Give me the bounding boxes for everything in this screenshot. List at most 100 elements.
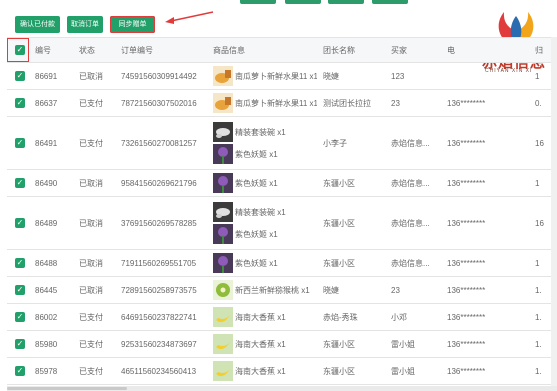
row-select-cell[interactable]: ✓ <box>7 89 29 117</box>
product-name: 精装套装碗 x1 <box>235 207 286 217</box>
row-checkbox[interactable]: ✓ <box>15 71 25 81</box>
cell-status: 已支付 <box>73 116 115 170</box>
table-row[interactable]: ✓ 85978 已支付 46511560234560413 海南大香蕉 x1 东… <box>7 357 557 385</box>
col-header-status: 状态 <box>73 37 115 63</box>
table-row[interactable]: ✓ 86691 已取消 74591560309914492 南瓜萝卜新鲜水果11… <box>7 62 557 90</box>
cell-status: 已支付 <box>73 330 115 358</box>
row-checkbox[interactable]: ✓ <box>15 339 25 349</box>
table-header: ✓ 编号 状态 订单编号 商品信息 团长名称 买家 电 归 <box>7 37 557 63</box>
cell-order-no: 72891560258973575 <box>115 276 207 304</box>
row-checkbox[interactable]: ✓ <box>15 178 25 188</box>
cell-product: 新西兰新鲜猕猴桃 x1 <box>207 276 317 304</box>
row-checkbox[interactable]: ✓ <box>15 218 25 228</box>
cell-id: 86002 <box>29 303 73 331</box>
confirm-paid-button[interactable]: 确认已付款 <box>15 16 60 33</box>
cell-order-no: 78721560307502016 <box>115 89 207 117</box>
product-item: 紫色妖姬 x1 <box>213 172 317 194</box>
row-checkbox[interactable]: ✓ <box>15 312 25 322</box>
row-select-cell[interactable]: ✓ <box>7 196 29 250</box>
row-select-cell[interactable]: ✓ <box>7 116 29 170</box>
cell-id: 86637 <box>29 89 73 117</box>
cell-leader: 东疆小区 <box>317 196 385 250</box>
cell-status: 已支付 <box>73 89 115 117</box>
cell-product: 紫色妖姬 x1 <box>207 249 317 277</box>
row-checkbox[interactable]: ✓ <box>15 258 25 268</box>
cell-order-no: 95841560269621796 <box>115 169 207 197</box>
cell-id: 86489 <box>29 196 73 250</box>
table-row[interactable]: ✓ 86445 已取消 72891560258973575 新西兰新鲜猕猴桃 x… <box>7 276 557 304</box>
row-select-cell[interactable]: ✓ <box>7 330 29 358</box>
col-header-leader: 团长名称 <box>317 37 385 63</box>
col-header-id: 编号 <box>29 37 73 63</box>
row-select-cell[interactable]: ✓ <box>7 249 29 277</box>
row-checkbox[interactable]: ✓ <box>15 366 25 376</box>
orders-table: ✓ 编号 状态 订单编号 商品信息 团长名称 买家 电 归 ✓ 86691 已取… <box>7 37 557 385</box>
vertical-scrollbar[interactable] <box>551 37 557 391</box>
cell-phone: 136******** <box>441 169 529 197</box>
cell-product: 海南大香蕉 x1 <box>207 357 317 385</box>
row-select-cell[interactable]: ✓ <box>7 169 29 197</box>
product-item: 精装套装碗 x1 <box>213 121 317 143</box>
product-name: 紫色妖姬 x1 <box>235 178 278 188</box>
table-row[interactable]: ✓ 86637 已支付 78721560307502016 南瓜萝卜新鲜水果11… <box>7 89 557 117</box>
cell-product: 南瓜萝卜新鲜水果11 x1 <box>207 62 317 90</box>
table-row[interactable]: ✓ 86491 已支付 73261560270081257 精装套装碗 x1 紫… <box>7 116 557 170</box>
cell-buyer: 赤焰信息... <box>385 249 441 277</box>
product-item: 紫色妖姬 x1 <box>213 252 317 274</box>
row-checkbox[interactable]: ✓ <box>15 285 25 295</box>
product-name: 紫色妖姬 x1 <box>235 229 278 239</box>
product-name: 海南大香蕉 x1 <box>235 366 286 376</box>
row-checkbox[interactable]: ✓ <box>15 98 25 108</box>
top-tab-stub[interactable] <box>328 0 364 4</box>
cancel-order-button[interactable]: 取消订单 <box>67 16 103 33</box>
cell-buyer: 赤焰信息... <box>385 116 441 170</box>
product-name: 南瓜萝卜新鲜水果11 x1 <box>235 98 317 108</box>
top-tab-stub[interactable] <box>285 0 321 4</box>
table-row[interactable]: ✓ 86488 已取消 71911560269551705 紫色妖姬 x1 东疆… <box>7 249 557 277</box>
cell-phone: 136******** <box>441 357 529 385</box>
product-name: 紫色妖姬 x1 <box>235 149 278 159</box>
row-select-cell[interactable]: ✓ <box>7 276 29 304</box>
table-row[interactable]: ✓ 85980 已支付 92531560234873697 海南大香蕉 x1 东… <box>7 330 557 358</box>
cell-status: 已取消 <box>73 169 115 197</box>
product-item: 南瓜萝卜新鲜水果11 x1 <box>213 65 317 87</box>
table-row[interactable]: ✓ 86002 已支付 64691560237822741 海南大香蕉 x1 赤… <box>7 303 557 331</box>
cell-order-no: 37691560269578285 <box>115 196 207 250</box>
row-checkbox[interactable]: ✓ <box>15 138 25 148</box>
cell-buyer: 雷小姐 <box>385 357 441 385</box>
table-row[interactable]: ✓ 86490 已取消 95841560269621796 紫色妖姬 x1 东疆… <box>7 169 557 197</box>
cell-order-no: 71911560269551705 <box>115 249 207 277</box>
row-select-cell[interactable]: ✓ <box>7 303 29 331</box>
select-all-checkbox[interactable]: ✓ <box>15 45 25 55</box>
col-header-order-no: 订单编号 <box>115 37 207 63</box>
cell-product: 海南大香蕉 x1 <box>207 303 317 331</box>
product-item: 紫色妖姬 x1 <box>213 223 317 245</box>
sync-order-button[interactable]: 同步赠单 <box>110 16 155 33</box>
scrollbar-thumb[interactable] <box>7 387 127 390</box>
table-row[interactable]: ✓ 86489 已取消 37691560269578285 精装套装碗 x1 紫… <box>7 196 557 250</box>
cell-leader: 晓婕 <box>317 276 385 304</box>
cell-leader: 测试团长拉拉 <box>317 89 385 117</box>
cell-product: 精装套装碗 x1 紫色妖姬 x1 <box>207 116 317 170</box>
select-all-cell[interactable]: ✓ <box>7 37 29 63</box>
product-name: 海南大香蕉 x1 <box>235 312 286 322</box>
cell-product: 海南大香蕉 x1 <box>207 330 317 358</box>
product-item: 海南大香蕉 x1 <box>213 333 317 355</box>
cell-status: 已支付 <box>73 303 115 331</box>
product-name: 精装套装碗 x1 <box>235 127 286 137</box>
cell-phone: 136******** <box>441 249 529 277</box>
cell-id: 85978 <box>29 357 73 385</box>
product-name: 紫色妖姬 x1 <box>235 258 278 268</box>
cell-phone: 136******** <box>441 116 529 170</box>
top-tab-stub[interactable] <box>372 0 408 4</box>
row-select-cell[interactable]: ✓ <box>7 62 29 90</box>
cell-order-no: 64691560237822741 <box>115 303 207 331</box>
cell-phone <box>441 62 529 90</box>
cell-status: 已取消 <box>73 276 115 304</box>
cell-id: 86491 <box>29 116 73 170</box>
cell-status: 已取消 <box>73 196 115 250</box>
row-select-cell[interactable]: ✓ <box>7 357 29 385</box>
horizontal-scrollbar[interactable] <box>7 386 557 391</box>
top-tab-stub[interactable] <box>240 0 276 4</box>
col-header-phone: 电 <box>441 37 529 63</box>
